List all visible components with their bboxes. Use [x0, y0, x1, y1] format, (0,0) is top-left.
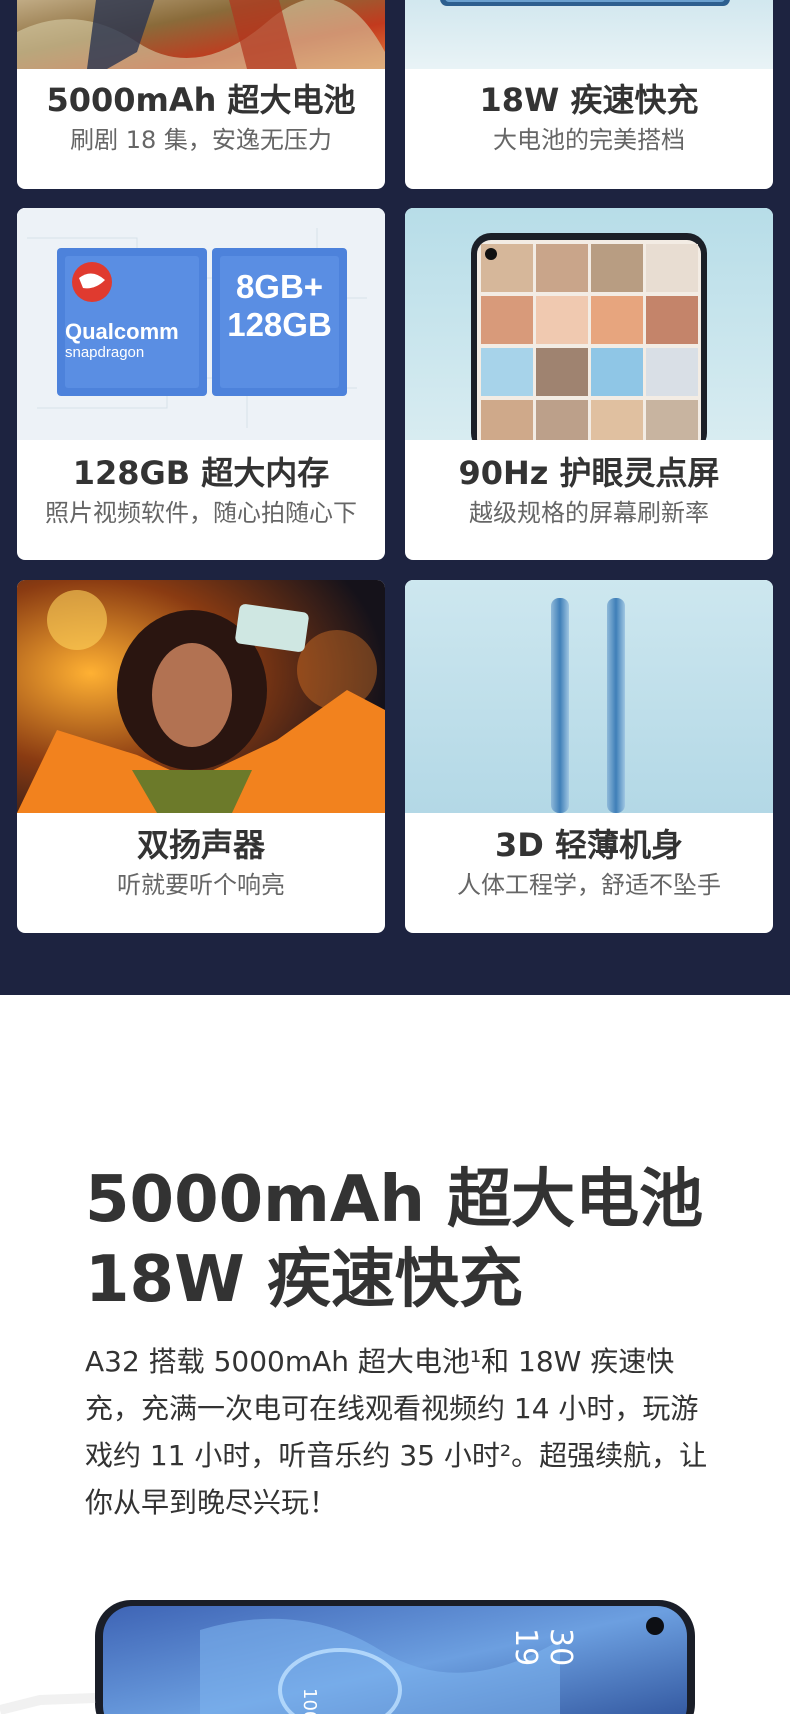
heading-line2: 18W 疾速快充: [85, 1243, 523, 1317]
phone-image: 19 30 100%: [0, 1590, 790, 1714]
card-title: 双扬声器: [136, 826, 265, 864]
thin-body-image: [405, 580, 773, 813]
feature-card-speakers[interactable]: 双扬声器 听就要听个响亮: [17, 580, 385, 933]
phone-battery-level: 100%: [299, 1688, 320, 1714]
card-title: 5000mAh 超大电池: [46, 81, 356, 119]
card-title: 128GB 超大内存: [72, 454, 330, 492]
section-paragraph: A32 搭载 5000mAh 超大电池¹和 18W 疾速快充，充满一次电可在线观…: [85, 1345, 708, 1519]
phone-clock-minute: 30: [543, 1628, 578, 1667]
qualcomm-logo: Qualcomm snapdragon: [65, 320, 205, 362]
chip-sub: snapdragon: [65, 344, 145, 361]
card-subtitle: 大电池的完美搭档: [493, 126, 685, 154]
heading-line1: 5000mAh 超大电池: [85, 1163, 704, 1237]
card-title: 90Hz 护眼灵点屏: [458, 454, 720, 492]
memory-line1: 8GB+: [235, 268, 324, 305]
feature-card-battery[interactable]: 5000mAh 超大电池 刷剧 18 集，安逸无压力: [17, 0, 385, 189]
feature-card-memory[interactable]: Qualcomm snapdragon 8GB+ 128GB 128GB 超大内…: [17, 208, 385, 560]
speakers-image: [17, 580, 385, 813]
phone-clock-hour: 19: [508, 1628, 543, 1667]
card-title: 3D 轻薄机身: [495, 826, 683, 864]
memory-chip-image: Qualcomm snapdragon 8GB+ 128GB: [17, 208, 385, 440]
feature-card-screen[interactable]: 90Hz 护眼灵点屏 越级规格的屏幕刷新率: [405, 208, 773, 560]
chip-brand: Qualcomm: [65, 319, 179, 344]
card-title: 18W 疾速快充: [479, 81, 699, 119]
memory-spec: 8GB+ 128GB: [220, 268, 339, 344]
card-subtitle: 照片视频软件，随心拍随心下: [45, 499, 357, 527]
battery-image: [17, 0, 385, 69]
feature-card-thin-body[interactable]: 3D 轻薄机身 人体工程学，舒适不坠手: [405, 580, 773, 933]
card-subtitle: 人体工程学，舒适不坠手: [457, 871, 721, 899]
memory-line2: 128GB: [227, 306, 332, 343]
card-subtitle: 刷剧 18 集，安逸无压力: [70, 126, 332, 154]
card-subtitle: 听就要听个响亮: [117, 871, 285, 899]
feature-card-fast-charge[interactable]: 18W 疾速快充 大电池的完美搭档: [405, 0, 773, 189]
card-subtitle: 越级规格的屏幕刷新率: [469, 499, 709, 527]
section-heading: 5000mAh 超大电池 18W 疾速快充: [85, 1160, 703, 1320]
fast-charge-image: [405, 0, 773, 69]
screen-image: [405, 208, 773, 440]
